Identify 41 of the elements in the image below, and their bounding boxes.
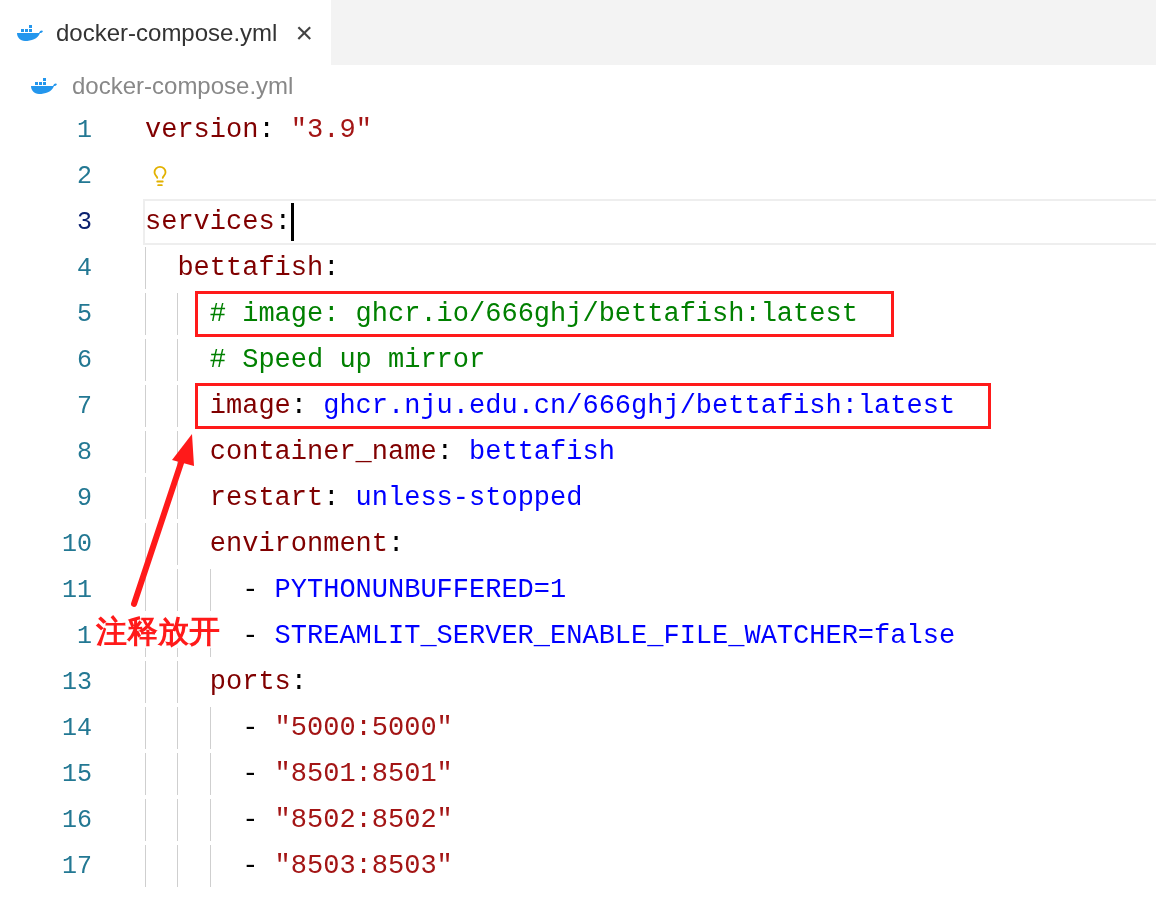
line-number: 6 [76,345,92,375]
code-text: environment: [209,529,405,559]
line-number: 17 [61,851,92,881]
code-text: - "8503:8503" [242,851,453,881]
text-cursor [290,203,294,241]
line-number: 1 [76,621,92,651]
annotation-label: 注释放开 [96,614,220,649]
line-number: 5 [76,299,92,329]
code-text: # image: ghcr.io/666ghj/bettafish:latest [209,299,858,329]
line-number: 13 [61,667,92,697]
line-number: 3 [76,207,92,237]
code-text: services: [145,207,291,237]
line-number: 4 [76,253,92,283]
code-text: ports: [209,667,307,697]
close-button[interactable]: × [295,17,313,48]
line-number: 11 [61,575,92,605]
whale-icon [30,77,58,95]
line-number: 8 [76,437,92,467]
code-text: version: "3.9" [145,115,372,145]
line-number: 9 [76,483,92,513]
line-number: 7 [76,391,92,421]
line-number: 10 [61,529,92,559]
code-text: - PYTHONUNBUFFERED=1 [242,575,567,605]
code-text: container_name: bettafish [209,437,615,467]
line-number: 2 [76,161,92,191]
code-text: - "8501:8501" [242,759,453,789]
line-number: 1 [76,115,92,145]
breadcrumb-item[interactable]: docker-compose.yml [72,72,294,100]
code-text: - "8502:8502" [242,805,453,835]
tab-label: docker-compose.yml [56,18,278,47]
code-text: - "5000:5000" [242,713,453,743]
code-text: image: ghcr.nju.edu.cn/666ghj/bettafish:latest [209,391,956,421]
code-text: - STREAMLIT_SERVER_ENABLE_FILE_WATCHER=false [242,621,956,651]
code-text: bettafish: [177,253,340,283]
line-number: 14 [61,713,92,743]
editor-tab[interactable]: docker-compose.yml × [0,0,331,65]
line-number: 15 [61,759,92,789]
whale-icon [16,23,44,42]
code-text: # Speed up mirror [209,345,486,375]
code-text: restart: unless-stopped [209,483,583,513]
line-number: 16 [61,805,92,835]
